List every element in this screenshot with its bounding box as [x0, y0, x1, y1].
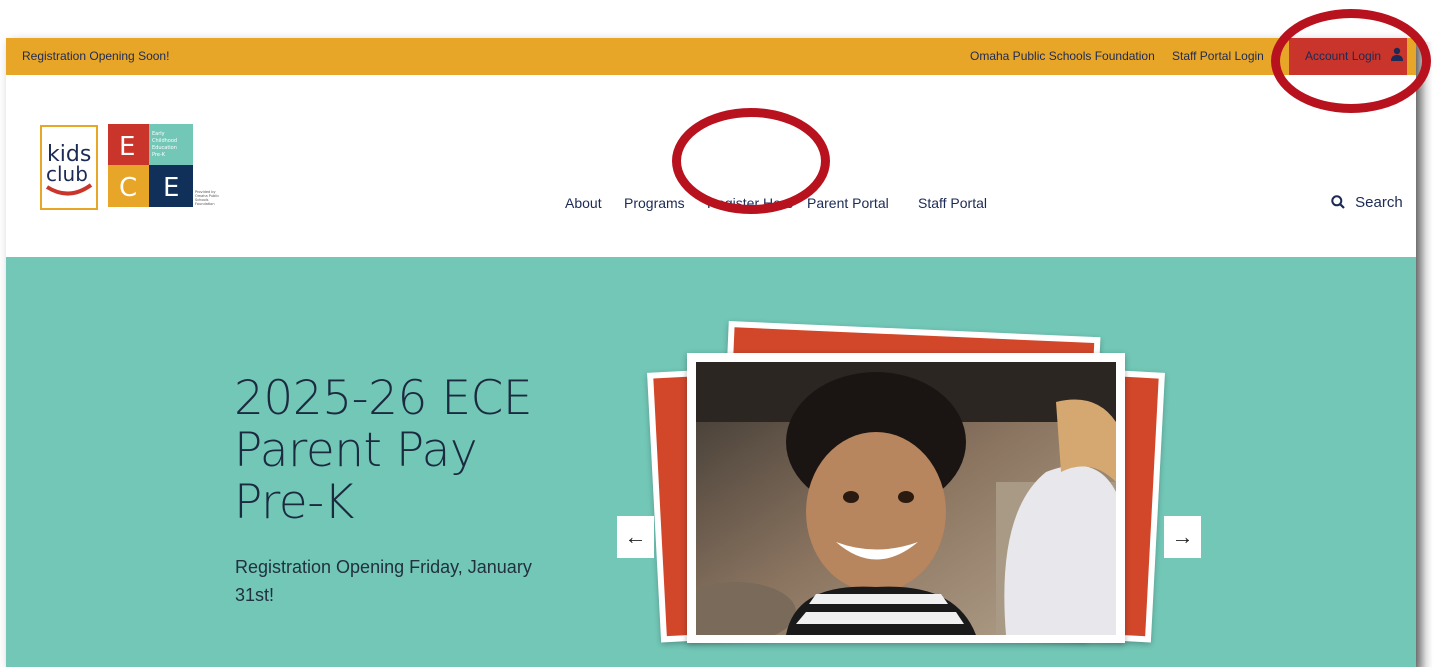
announcement-text: Registration Opening Soon!: [22, 49, 170, 63]
svg-text:club: club: [46, 162, 88, 186]
site-header: kids club E C E Early Childhood Educatio…: [6, 75, 1416, 257]
arrow-right-icon: →: [1171, 524, 1194, 549]
svg-text:Pre-K: Pre-K: [152, 152, 166, 158]
user-icon: [1391, 47, 1403, 64]
hero-title-line: Parent Pay: [234, 423, 478, 478]
svg-text:Foundation: Foundation: [195, 202, 215, 206]
nav-staff-portal[interactable]: Staff Portal: [918, 195, 987, 211]
nav-parent-portal[interactable]: Parent Portal: [807, 195, 889, 211]
nav-programs[interactable]: Programs: [624, 195, 685, 211]
account-login-button[interactable]: Account Login: [1289, 38, 1407, 75]
foundation-link[interactable]: Omaha Public Schools Foundation: [970, 49, 1155, 63]
hero-title-line: 2025-26 ECE: [234, 371, 533, 426]
svg-text:Education: Education: [152, 145, 177, 151]
search-button[interactable]: Search: [1331, 194, 1403, 211]
child-photo: [696, 362, 1116, 635]
svg-text:Early: Early: [152, 131, 165, 137]
search-icon: [1331, 194, 1355, 211]
nav-register-here[interactable]: Register Here: [707, 195, 793, 211]
search-label: Search: [1355, 194, 1403, 211]
arrow-left-icon: ←: [624, 524, 647, 549]
hero-title: 2025-26 ECE Parent Pay Pre-K: [234, 373, 594, 529]
staff-portal-login-link[interactable]: Staff Portal Login: [1172, 49, 1264, 63]
kids-club-ece-logo[interactable]: kids club E C E Early Childhood Educatio…: [39, 123, 231, 211]
svg-text:E: E: [163, 173, 179, 203]
utility-bar: Registration Opening Soon! Omaha Public …: [6, 38, 1416, 75]
nav-about[interactable]: About: [565, 195, 602, 211]
svg-text:Childhood: Childhood: [152, 138, 177, 144]
hero-subtitle: Registration Opening Friday, January 31s…: [235, 557, 532, 605]
hero-title-line: Pre-K: [234, 475, 355, 530]
website-frame: Registration Opening Soon! Omaha Public …: [6, 38, 1416, 667]
carousel-slide: [687, 353, 1125, 643]
page-shadow: [1416, 42, 1433, 667]
carousel-prev-button[interactable]: ←: [617, 516, 654, 558]
hero-banner: 2025-26 ECE Parent Pay Pre-K Registratio…: [6, 257, 1416, 667]
carousel-next-button[interactable]: →: [1164, 516, 1201, 558]
svg-text:E: E: [119, 132, 135, 162]
svg-text:C: C: [119, 173, 137, 203]
account-login-label: Account Login: [1305, 49, 1382, 63]
